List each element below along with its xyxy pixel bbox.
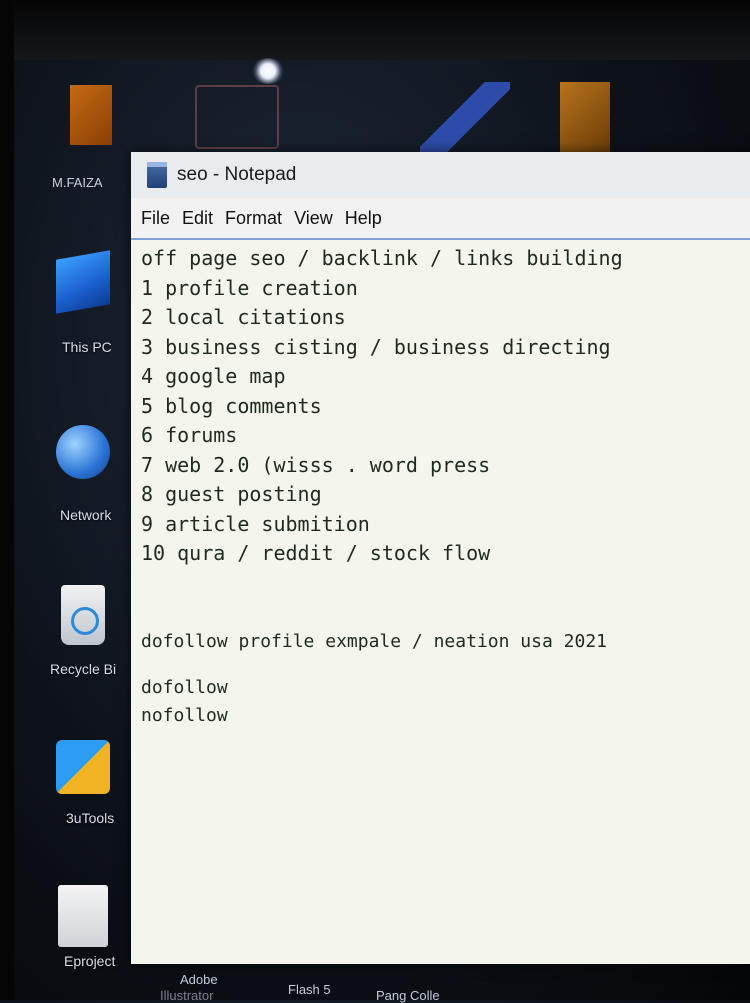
- desktop-icon-3utools[interactable]: 3uTools: [40, 740, 125, 826]
- notepad-window: seo - Notepad File Edit Format View Help…: [131, 152, 750, 964]
- notepad-icon: [147, 162, 167, 188]
- background-app-icon: [70, 85, 112, 145]
- desktop-icon-eproject[interactable]: Eproject: [40, 885, 125, 969]
- computer-icon: [55, 250, 110, 314]
- text-line: [141, 598, 750, 628]
- menu-file[interactable]: File: [141, 208, 180, 229]
- text-line: 7 web 2.0 (wisss . word press: [141, 452, 491, 477]
- text-line: 4 google map: [141, 364, 286, 388]
- background-app-icon: [420, 82, 510, 154]
- desktop-icon-label: 3uTools: [66, 810, 115, 826]
- desktop-label-adobe[interactable]: Adobe: [180, 972, 218, 987]
- desktop-label-user[interactable]: M.FAIZA: [52, 175, 103, 190]
- desktop-icon-network[interactable]: Network: [40, 425, 125, 523]
- background-app-icon: [195, 85, 279, 149]
- menu-bar: File Edit Format View Help: [131, 198, 750, 240]
- desktop-label-pang[interactable]: Pang Colle: [376, 988, 440, 1003]
- desktop-icon-label: Eproject: [64, 953, 116, 969]
- text-line: nofollow: [141, 704, 228, 726]
- network-icon: [55, 425, 110, 479]
- text-line: 5 blog comments: [141, 393, 322, 418]
- tools-icon: [55, 740, 110, 794]
- desktop-icon-this-pc[interactable]: This PC: [40, 250, 125, 355]
- text-line: dofollow profile exmpale / neation usa 2…: [141, 630, 607, 652]
- desktop-icon-label: Recycle Bi: [50, 661, 117, 677]
- text-line: [141, 656, 750, 674]
- text-line: off page seo / backlink / links building: [141, 246, 623, 270]
- desktop-icon-label: Network: [60, 507, 112, 523]
- monitor-bezel: [0, 0, 750, 60]
- desktop-label-illustrator[interactable]: Illustrator: [160, 988, 213, 1003]
- text-line: 1 profile creation: [141, 275, 358, 300]
- window-title: seo - Notepad: [177, 164, 297, 185]
- title-bar[interactable]: seo - Notepad: [131, 152, 750, 198]
- text-editor[interactable]: off page seo / backlink / links building…: [131, 240, 750, 964]
- menu-edit[interactable]: Edit: [182, 208, 223, 229]
- recycle-bin-icon: [60, 585, 105, 645]
- text-line: 2 local citations: [141, 305, 346, 329]
- screen-glare: [252, 58, 284, 84]
- background-app-icon: [560, 82, 610, 152]
- text-line: 9 article submition: [141, 511, 370, 536]
- monitor-bezel-left: [0, 0, 14, 1000]
- text-line: [141, 569, 750, 599]
- text-line: 6 forums: [141, 423, 238, 447]
- text-line: 10 qura / reddit / stock flow: [141, 541, 491, 565]
- text-line: 8 guest posting: [141, 482, 322, 506]
- desktop-icon-label: This PC: [62, 339, 112, 355]
- desktop-icon-recycle-bin[interactable]: Recycle Bi: [40, 585, 125, 677]
- document-icon: [57, 885, 108, 947]
- menu-help[interactable]: Help: [345, 208, 392, 229]
- menu-view[interactable]: View: [294, 208, 343, 229]
- menu-format[interactable]: Format: [225, 208, 292, 229]
- text-line: 3 business cisting / business directing: [141, 334, 611, 359]
- text-line: dofollow: [141, 676, 228, 698]
- desktop-label-flash[interactable]: Flash 5: [288, 982, 331, 997]
